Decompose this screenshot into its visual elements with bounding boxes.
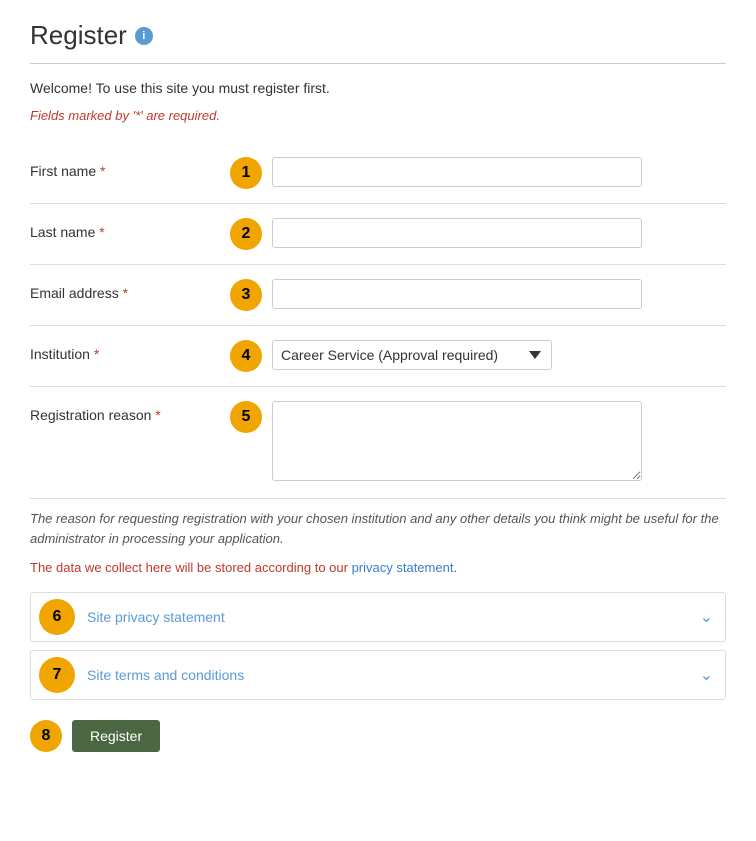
institution-wrapper: Career Service (Approval required) [272, 340, 726, 370]
registration-reason-wrapper [272, 401, 726, 484]
step-badge-7: 7 [39, 657, 75, 693]
step-badge-6: 6 [39, 599, 75, 635]
institution-label: Institution * [30, 340, 230, 362]
last-name-input[interactable] [272, 218, 642, 248]
registration-help-text: The reason for requesting registration w… [30, 509, 726, 548]
registration-reason-label: Registration reason * [30, 401, 230, 423]
first-name-label: First name * [30, 157, 230, 179]
required-notice: Fields marked by '*' are required. [30, 108, 726, 123]
step-badge-8: 8 [30, 720, 62, 752]
last-name-wrapper [272, 218, 726, 248]
chevron-down-icon-2: ⌄ [700, 665, 713, 685]
step-badge-5: 5 [230, 401, 262, 433]
terms-accordion-button[interactable]: Site terms and conditions ⌄ [83, 655, 725, 695]
terms-accordion-label: Site terms and conditions [87, 667, 244, 683]
last-name-label: Last name * [30, 218, 230, 240]
registration-reason-row: Registration reason * 5 [30, 387, 726, 499]
first-name-input[interactable] [272, 157, 642, 187]
privacy-text: The data we collect here will be stored … [30, 558, 726, 578]
required-star-3: * [123, 285, 128, 301]
privacy-accordion-label: Site privacy statement [87, 609, 225, 625]
privacy-link[interactable]: privacy statement [352, 560, 454, 575]
required-star: * [100, 163, 105, 179]
step-badge-3: 3 [230, 279, 262, 311]
page-title: Register [30, 20, 127, 51]
page-header: Register i [30, 20, 726, 64]
first-name-row: First name * 1 [30, 143, 726, 204]
email-input[interactable] [272, 279, 642, 309]
first-name-wrapper [272, 157, 726, 187]
email-row: Email address * 3 [30, 265, 726, 326]
chevron-down-icon: ⌄ [700, 607, 713, 627]
step-badge-2: 2 [230, 218, 262, 250]
registration-reason-textarea[interactable] [272, 401, 642, 481]
step-badge-1: 1 [230, 157, 262, 189]
email-wrapper [272, 279, 726, 309]
terms-accordion: 7 Site terms and conditions ⌄ [30, 650, 726, 700]
button-row: 8 Register [30, 720, 726, 752]
welcome-message: Welcome! To use this site you must regis… [30, 80, 726, 96]
step-badge-4: 4 [230, 340, 262, 372]
privacy-accordion-button[interactable]: Site privacy statement ⌄ [83, 597, 725, 637]
privacy-accordion: 6 Site privacy statement ⌄ [30, 592, 726, 642]
last-name-row: Last name * 2 [30, 204, 726, 265]
info-icon[interactable]: i [135, 27, 153, 45]
email-label: Email address * [30, 279, 230, 301]
required-star-2: * [99, 224, 104, 240]
institution-row: Institution * 4 Career Service (Approval… [30, 326, 726, 387]
institution-select[interactable]: Career Service (Approval required) [272, 340, 552, 370]
required-star-4: * [94, 346, 99, 362]
required-star-5: * [155, 407, 160, 423]
register-button[interactable]: Register [72, 720, 160, 752]
